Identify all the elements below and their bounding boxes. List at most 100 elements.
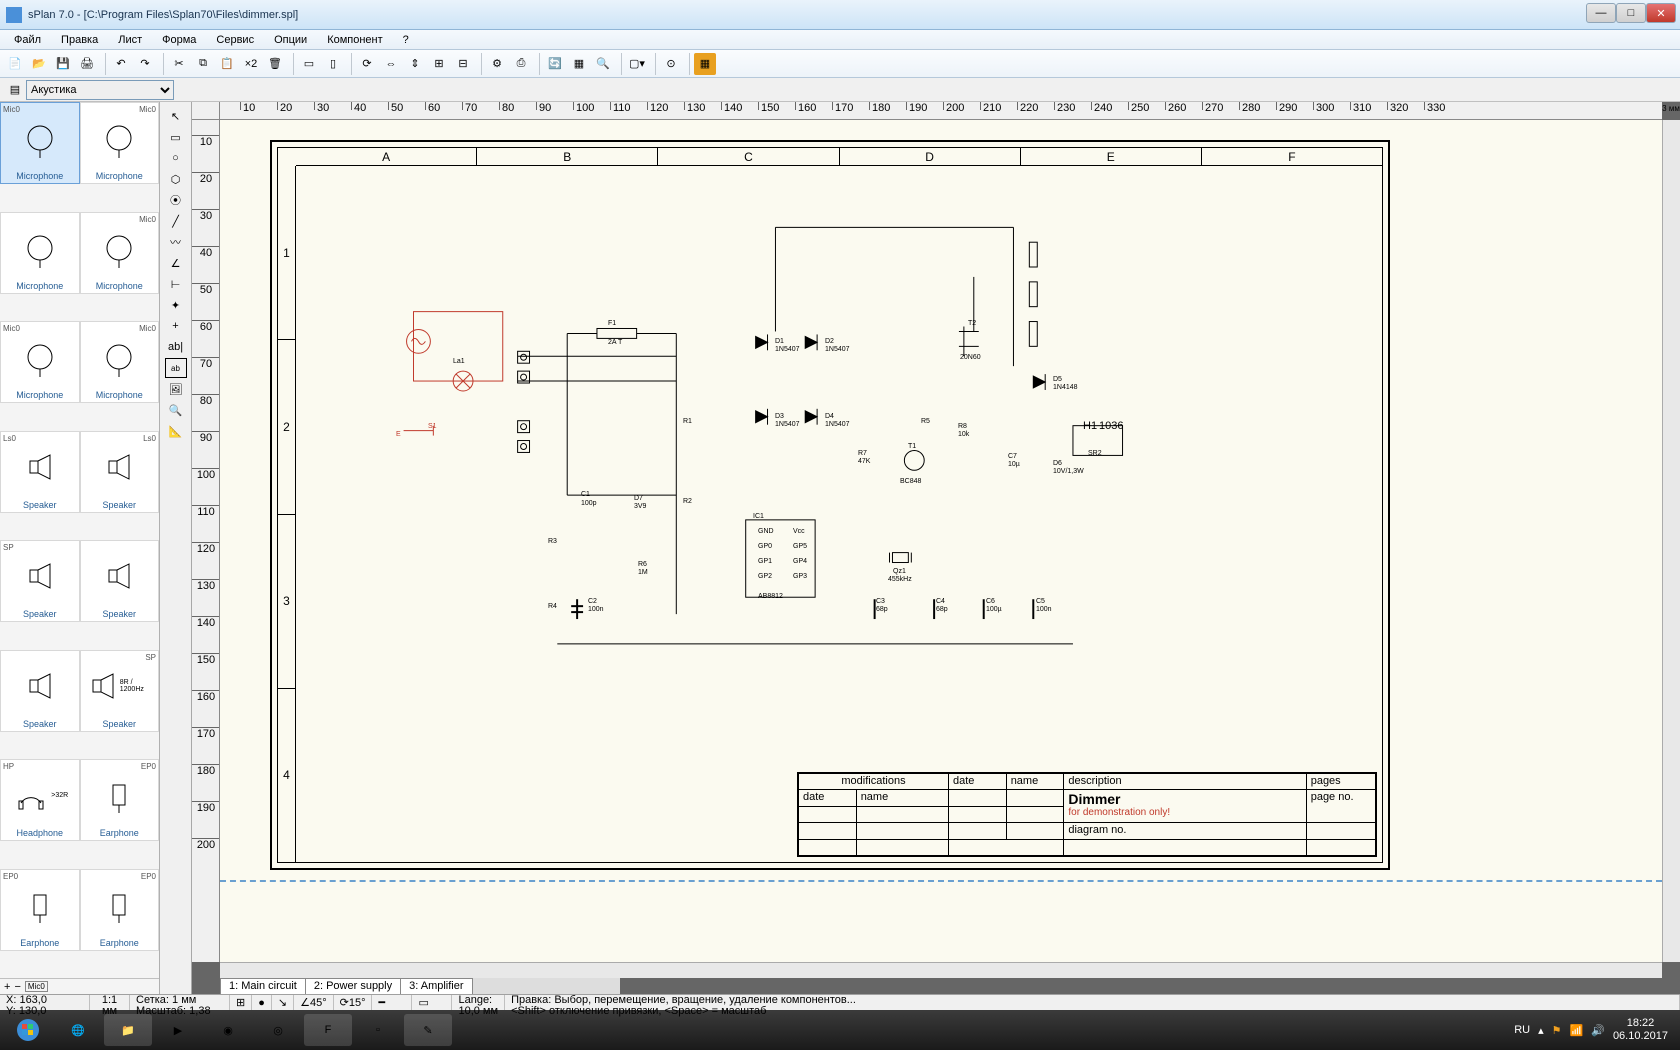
start-button[interactable]: [4, 1014, 52, 1046]
lib-add-icon[interactable]: +: [4, 981, 10, 993]
tray-action-icon[interactable]: ⚑: [1552, 1024, 1562, 1037]
junction-tool-icon[interactable]: +: [165, 316, 187, 336]
paste-icon[interactable]: 📋: [216, 53, 238, 75]
textframe-tool-icon[interactable]: ab: [165, 358, 187, 378]
connect-tool-icon[interactable]: ⊢: [165, 274, 187, 294]
menu-options[interactable]: Опции: [264, 32, 317, 48]
redo-icon[interactable]: ↷: [134, 53, 156, 75]
list-icon[interactable]: ▦: [568, 53, 590, 75]
tray-clock[interactable]: 18:2206.10.2017: [1613, 1017, 1668, 1043]
tray-network-icon[interactable]: 📶: [1570, 1024, 1584, 1037]
menu-service[interactable]: Сервис: [206, 32, 264, 48]
library-item[interactable]: Mic0 Microphone: [0, 321, 80, 403]
lib-prop-icon[interactable]: Mic0: [25, 981, 48, 992]
group-icon[interactable]: ⊞: [428, 53, 450, 75]
special-tool-icon[interactable]: ⦿: [165, 190, 187, 210]
measure-tool-icon[interactable]: 📐: [165, 421, 187, 441]
task-app3-icon[interactable]: ▫: [354, 1014, 402, 1046]
library-item[interactable]: SP Speaker: [0, 540, 80, 622]
window-close-button[interactable]: ✕: [1646, 3, 1676, 23]
cut-icon[interactable]: ✂: [168, 53, 190, 75]
open-icon[interactable]: 📂: [28, 53, 50, 75]
scrollbar-vertical[interactable]: [1662, 120, 1680, 962]
zoom-fit-icon[interactable]: ⊙: [660, 53, 682, 75]
ungroup-icon[interactable]: ⊟: [452, 53, 474, 75]
task-ie-icon[interactable]: 🌐: [54, 1014, 102, 1046]
new-icon[interactable]: 📄: [4, 53, 26, 75]
menu-edit[interactable]: Правка: [51, 32, 108, 48]
search-icon[interactable]: 🔍: [592, 53, 614, 75]
library-item[interactable]: EP0 Earphone: [80, 759, 160, 841]
export-icon[interactable]: ⎙: [510, 53, 532, 75]
tray-lang[interactable]: RU: [1514, 1024, 1530, 1036]
drawing-canvas[interactable]: ABCDEF 1234: [220, 120, 1662, 962]
library-item[interactable]: Mic0 Microphone: [80, 102, 160, 184]
task-chrome-icon[interactable]: ◉: [204, 1014, 252, 1046]
snap-toggle-icon[interactable]: ●: [258, 997, 265, 1009]
print-icon[interactable]: 🖨: [76, 53, 98, 75]
save-icon[interactable]: 💾: [52, 53, 74, 75]
menu-file[interactable]: Файл: [4, 32, 51, 48]
menu-form[interactable]: Форма: [152, 32, 206, 48]
page-icon[interactable]: ▢▾: [626, 53, 648, 75]
library-item[interactable]: Mic0 Microphone: [0, 102, 80, 184]
window-maximize-button[interactable]: □: [1616, 3, 1646, 23]
duplicate-icon[interactable]: ×2: [240, 53, 262, 75]
rect-tool-icon[interactable]: ▭: [165, 127, 187, 147]
library-item[interactable]: SP 8R / 1200Hz Speaker: [80, 650, 160, 732]
library-config-icon[interactable]: ▤: [4, 79, 26, 101]
library-item[interactable]: Mic0 Microphone: [80, 212, 160, 294]
settings-icon[interactable]: ⚙: [486, 53, 508, 75]
fill-style-icon[interactable]: ▭: [418, 996, 428, 1009]
back-icon[interactable]: ▯: [322, 53, 344, 75]
bezier-tool-icon[interactable]: 〰: [165, 232, 187, 252]
lib-remove-icon[interactable]: −: [14, 981, 20, 993]
library-item[interactable]: EP0 Earphone: [80, 869, 160, 951]
angle-tool-icon[interactable]: ∠: [165, 253, 187, 273]
line-tool-icon[interactable]: ╱: [165, 211, 187, 231]
text-tool-icon[interactable]: ab|: [165, 337, 187, 357]
tray-flag-icon[interactable]: ▴: [1538, 1024, 1544, 1037]
poly-tool-icon[interactable]: ⬡: [165, 169, 187, 189]
sheet-tab-3[interactable]: 3: Amplifier: [400, 978, 472, 994]
task-app2-icon[interactable]: F: [304, 1014, 352, 1046]
line-style-icon[interactable]: ━: [378, 996, 385, 1009]
mirror-h-icon[interactable]: ⇔: [380, 53, 402, 75]
task-explorer-icon[interactable]: 📁: [104, 1014, 152, 1046]
node-tool-icon[interactable]: ✦: [165, 295, 187, 315]
rubber-toggle-icon[interactable]: ↘: [278, 996, 287, 1009]
window-minimize-button[interactable]: —: [1586, 3, 1616, 23]
library-select[interactable]: Акустика: [26, 80, 174, 100]
color-icon[interactable]: ▦: [694, 53, 716, 75]
task-app1-icon[interactable]: ◎: [254, 1014, 302, 1046]
grid-toggle-icon[interactable]: ⊞: [236, 996, 245, 1009]
menu-sheet[interactable]: Лист: [108, 32, 152, 48]
delete-icon[interactable]: 🗑: [264, 53, 286, 75]
library-item[interactable]: Ls0 Speaker: [80, 431, 160, 513]
zoom-tool-icon[interactable]: 🔍: [165, 400, 187, 420]
sheet-tab-1[interactable]: 1: Main circuit: [220, 978, 306, 994]
library-item[interactable]: HP >32R Headphone: [0, 759, 80, 841]
library-item[interactable]: Ls0 Speaker: [0, 431, 80, 513]
front-icon[interactable]: ▭: [298, 53, 320, 75]
change-icon[interactable]: 🔄: [544, 53, 566, 75]
sheet-tab-2[interactable]: 2: Power supply: [305, 978, 401, 994]
menu-component[interactable]: Компонент: [317, 32, 392, 48]
scrollbar-horizontal[interactable]: [220, 962, 1662, 978]
undo-icon[interactable]: ↶: [110, 53, 132, 75]
image-tool-icon[interactable]: 🖼: [165, 379, 187, 399]
pointer-tool-icon[interactable]: ↖: [165, 106, 187, 126]
copy-icon[interactable]: ⧉: [192, 53, 214, 75]
rotate-icon[interactable]: ⟳: [356, 53, 378, 75]
library-item[interactable]: EP0 Earphone: [0, 869, 80, 951]
tray-volume-icon[interactable]: 🔊: [1591, 1024, 1605, 1037]
task-splan-icon[interactable]: ✎: [404, 1014, 452, 1046]
menu-help[interactable]: ?: [393, 32, 419, 48]
mirror-v-icon[interactable]: ⇕: [404, 53, 426, 75]
library-item[interactable]: Microphone: [0, 212, 80, 294]
library-item[interactable]: Speaker: [80, 540, 160, 622]
circle-tool-icon[interactable]: ○: [165, 148, 187, 168]
task-media-icon[interactable]: ▶: [154, 1014, 202, 1046]
library-item[interactable]: Mic0 Microphone: [80, 321, 160, 403]
library-item[interactable]: Speaker: [0, 650, 80, 732]
